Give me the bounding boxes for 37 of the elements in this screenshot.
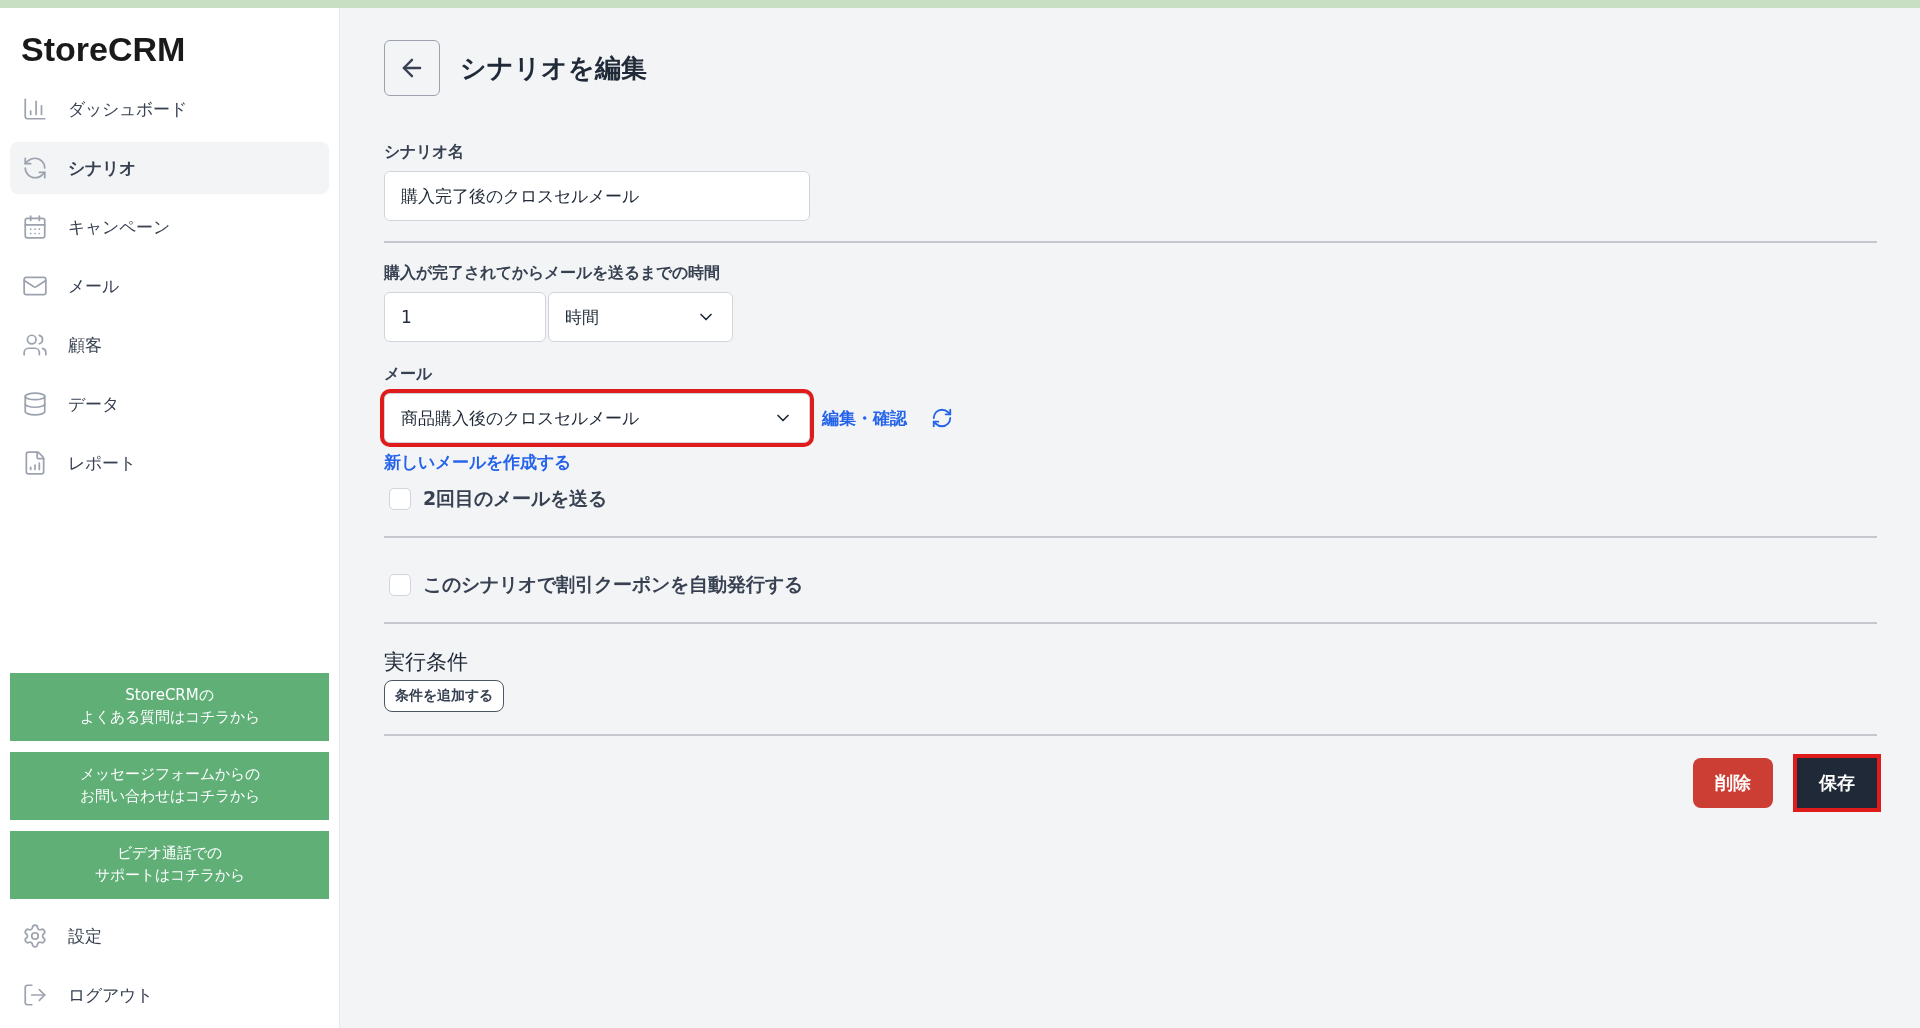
- settings-icon: [22, 923, 48, 949]
- nav-item[interactable]: シナリオ: [10, 142, 329, 194]
- nav-item[interactable]: レポート: [10, 437, 329, 489]
- field-label: シナリオ名: [384, 142, 465, 163]
- unit-select[interactable]: 時間: [548, 292, 733, 342]
- nav-item[interactable]: ログアウト: [10, 969, 329, 1021]
- checkbox-label: 2回目のメールを送る: [423, 486, 608, 511]
- amount-field[interactable]: 1: [384, 292, 546, 342]
- scenario-name-field[interactable]: 購入完了後のクロスセルメール: [384, 171, 810, 221]
- field-label: 購入が完了されてからメールを送るまでの時間: [384, 263, 721, 284]
- calendar-icon: [22, 214, 48, 240]
- logo: StoreCRM: [20, 30, 187, 69]
- checkbox-label: このシナリオで割引クーポンを自動発行する: [423, 572, 803, 597]
- database-icon: [22, 391, 48, 417]
- new-mail-link[interactable]: 新しいメールを作成する: [384, 452, 571, 472]
- back-button[interactable]: [384, 40, 440, 96]
- nav-item[interactable]: キャンペーン: [10, 201, 329, 253]
- nav-item[interactable]: データ: [10, 378, 329, 430]
- nav-item[interactable]: 設定: [10, 910, 329, 962]
- cycle-arrows-icon: [22, 155, 48, 181]
- checkbox[interactable]: [389, 488, 411, 510]
- delete-button[interactable]: 削除: [1693, 758, 1773, 808]
- bar-chart-icon: [22, 96, 48, 122]
- document-chart-icon: [22, 450, 48, 476]
- people-icon: [22, 332, 48, 358]
- envelope-icon: [22, 273, 48, 299]
- add-condition-button[interactable]: 条件を追加する: [384, 680, 504, 712]
- refresh-icon[interactable]: [931, 407, 953, 429]
- section-title: 実行条件: [384, 649, 469, 676]
- page-title: シナリオを編集: [460, 51, 647, 85]
- checkbox[interactable]: [389, 574, 411, 596]
- nav-item[interactable]: ダッシュボード: [10, 83, 329, 135]
- field-label: メール: [384, 364, 433, 385]
- nav-item[interactable]: 顧客: [10, 319, 329, 371]
- nav-item[interactable]: メール: [10, 260, 329, 312]
- logout-icon: [22, 982, 48, 1008]
- edit-link[interactable]: 編集・確認: [822, 406, 907, 430]
